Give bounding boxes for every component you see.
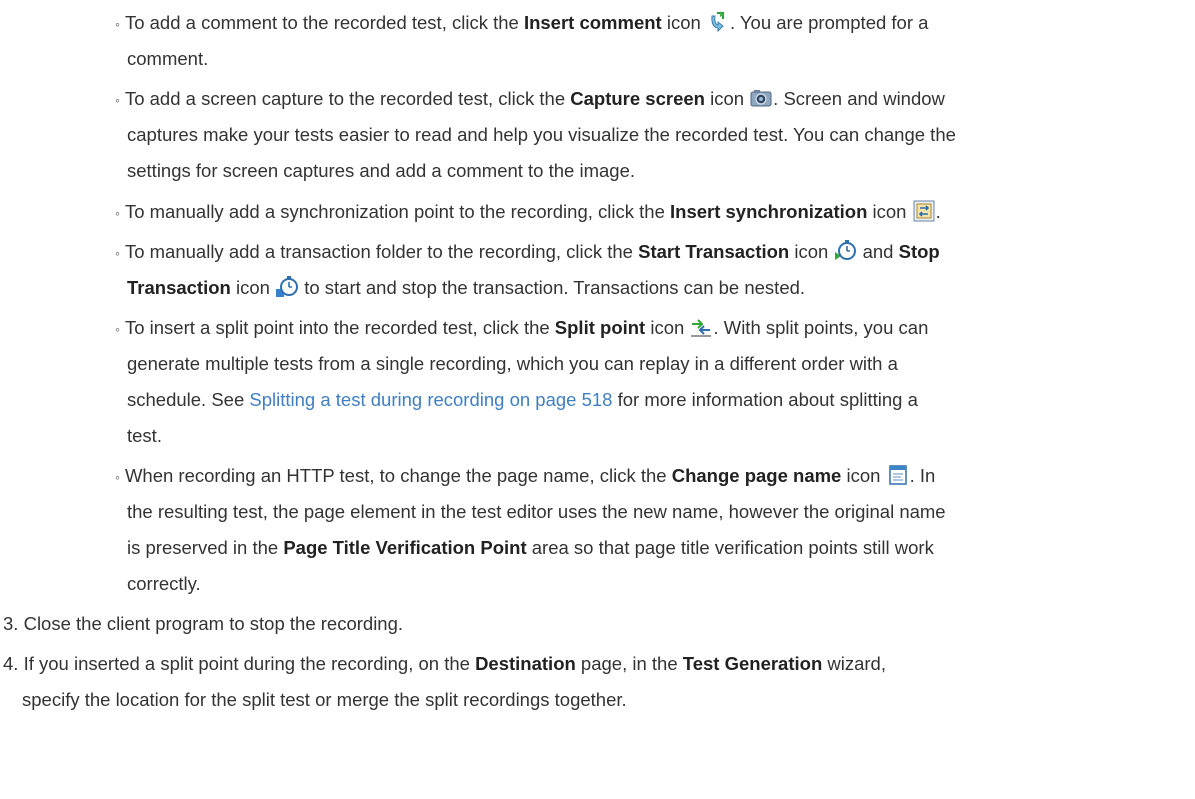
stop-transaction-icon bbox=[276, 276, 299, 298]
list-item-insert-comment: ◦ To add a comment to the recorded test, … bbox=[115, 11, 929, 33]
step-number: 4. bbox=[3, 653, 19, 674]
list-item-insert-synchronization: ◦ To manually add a synchronization point… bbox=[115, 200, 941, 222]
list-item-transaction: ◦ To manually add a transaction folder to… bbox=[115, 240, 940, 262]
list-item-change-page-name: ◦ When recording an HTTP test, to change … bbox=[115, 464, 936, 486]
bullet: ◦ bbox=[115, 205, 120, 221]
list-item-capture-screen: ◦ To add a screen capture to the recorded… bbox=[115, 87, 945, 109]
split-point-icon bbox=[690, 316, 712, 338]
bullet: ◦ bbox=[115, 321, 120, 337]
list-item-split-point: ◦ To insert a split point into the record… bbox=[115, 316, 929, 338]
step-3: 3. Close the client program to stop the … bbox=[3, 613, 404, 634]
step-4: 4. If you inserted a split point during … bbox=[3, 653, 886, 674]
bullet: ◦ bbox=[115, 469, 120, 485]
camera-icon bbox=[750, 87, 772, 109]
bullet: ◦ bbox=[115, 16, 120, 32]
splitting-test-link[interactable]: Splitting a test during recording on pag… bbox=[249, 389, 612, 410]
bullet: ◦ bbox=[115, 245, 120, 261]
synchronization-icon bbox=[913, 200, 935, 222]
step-number: 3. bbox=[3, 613, 19, 634]
start-transaction-icon bbox=[834, 240, 857, 262]
document-page: ◦ To add a comment to the recorded test, … bbox=[3, 11, 956, 710]
change-page-name-icon bbox=[887, 464, 909, 486]
insert-comment-icon bbox=[707, 11, 729, 33]
bullet: ◦ bbox=[115, 92, 120, 108]
